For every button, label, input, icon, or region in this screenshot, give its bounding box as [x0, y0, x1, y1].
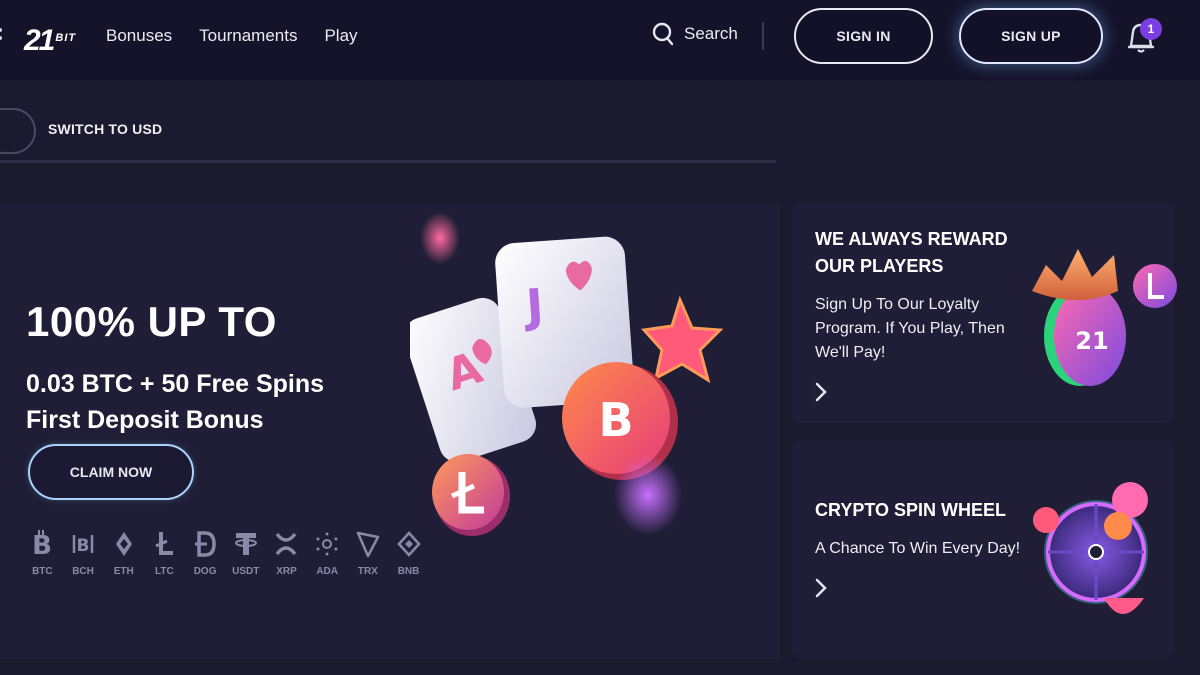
switch-to-usd-label[interactable]: SWITCH TO USD [48, 121, 162, 137]
spin-wheel-promo-card[interactable]: CRYPTO SPIN WHEEL A Chance To Win Every … [792, 440, 1174, 658]
coin-trx: TRX [348, 530, 389, 577]
nav-tournaments[interactable]: Tournaments [199, 24, 297, 48]
svg-text:B: B [598, 393, 633, 447]
svg-text:B: B [32, 531, 52, 558]
loyalty-promo-card[interactable]: WE ALWAYS REWARD OUR PLAYERS Sign Up To … [792, 203, 1177, 423]
xrp-icon [276, 532, 297, 556]
usdt-icon [234, 533, 257, 555]
top-header: 21 BIT Bonuses Tournaments Play Search S… [0, 0, 1200, 80]
sign-in-button[interactable]: SIGN IN [794, 8, 933, 64]
spin-wheel-description: A Chance To Win Every Day! [815, 540, 1021, 557]
loyalty-title: WE ALWAYS REWARD OUR PLAYERS [815, 229, 1008, 276]
ada-icon [316, 532, 338, 556]
star-toy [641, 295, 724, 384]
eth-icon [115, 532, 132, 556]
search-label: Search [684, 24, 738, 43]
blurred-orb [420, 212, 460, 264]
coin-xrp: XRP [266, 530, 307, 577]
loyalty-description: Sign Up To Our Loyalty Program. If You P… [815, 296, 1005, 361]
doge-icon [195, 531, 216, 557]
coin-dog: DOG [185, 530, 226, 577]
hero-subtitle-line2: First Deposit Bonus [26, 406, 264, 434]
spin-wheel-illustration [1033, 482, 1148, 614]
nav-play[interactable]: Play [324, 24, 357, 48]
bch-icon: B [72, 535, 94, 556]
litecoin-coin [432, 454, 510, 536]
subbar-divider [0, 160, 776, 163]
crown-token-illustration: 21 [1032, 249, 1177, 386]
coin-ada: ADA [307, 530, 348, 577]
coin-usdt: USDT [225, 530, 266, 577]
notification-count-badge: 1 [1140, 18, 1162, 40]
supported-coins-list: B BTC B BCH ETH LTC DOG USDT XRP ADA TRX… [22, 530, 429, 577]
svg-text:21: 21 [1075, 327, 1108, 355]
hero-subtitle: 0.03 BTC + 50 Free Spins First Deposit B… [26, 366, 324, 438]
coin-eth: ETH [103, 530, 144, 577]
coin-ltc: LTC [144, 530, 185, 577]
chevron-right-icon[interactable] [814, 577, 828, 599]
svg-text:B: B [77, 536, 90, 556]
btc-icon: B [32, 530, 52, 558]
spin-wheel-title: CRYPTO SPIN WHEEL [815, 500, 1007, 520]
coin-bch: B BCH [63, 530, 104, 577]
ltc-icon [155, 532, 174, 555]
currency-toggle[interactable] [0, 108, 36, 154]
sign-up-button[interactable]: SIGN UP [959, 8, 1103, 64]
trx-icon [356, 531, 380, 558]
claim-now-button[interactable]: CLAIM NOW [28, 444, 194, 500]
blurred-orb-lower [614, 455, 682, 535]
site-logo[interactable]: 21 BIT [24, 18, 76, 58]
header-divider [762, 22, 764, 50]
main-nav: Bonuses Tournaments Play [106, 24, 358, 48]
chevron-right-icon[interactable] [814, 381, 828, 403]
coin-btc: B BTC [32, 530, 53, 577]
search-icon [652, 22, 674, 46]
nav-bonuses[interactable]: Bonuses [106, 24, 172, 48]
hero-subtitle-line1: 0.03 BTC + 50 Free Spins [26, 370, 325, 398]
menu-toggle-icon[interactable] [0, 28, 6, 44]
hero-cards-coins-illustration: A J B [410, 212, 724, 536]
search-button[interactable]: Search [652, 22, 738, 46]
hero-title: 100% UP TO [26, 298, 277, 345]
